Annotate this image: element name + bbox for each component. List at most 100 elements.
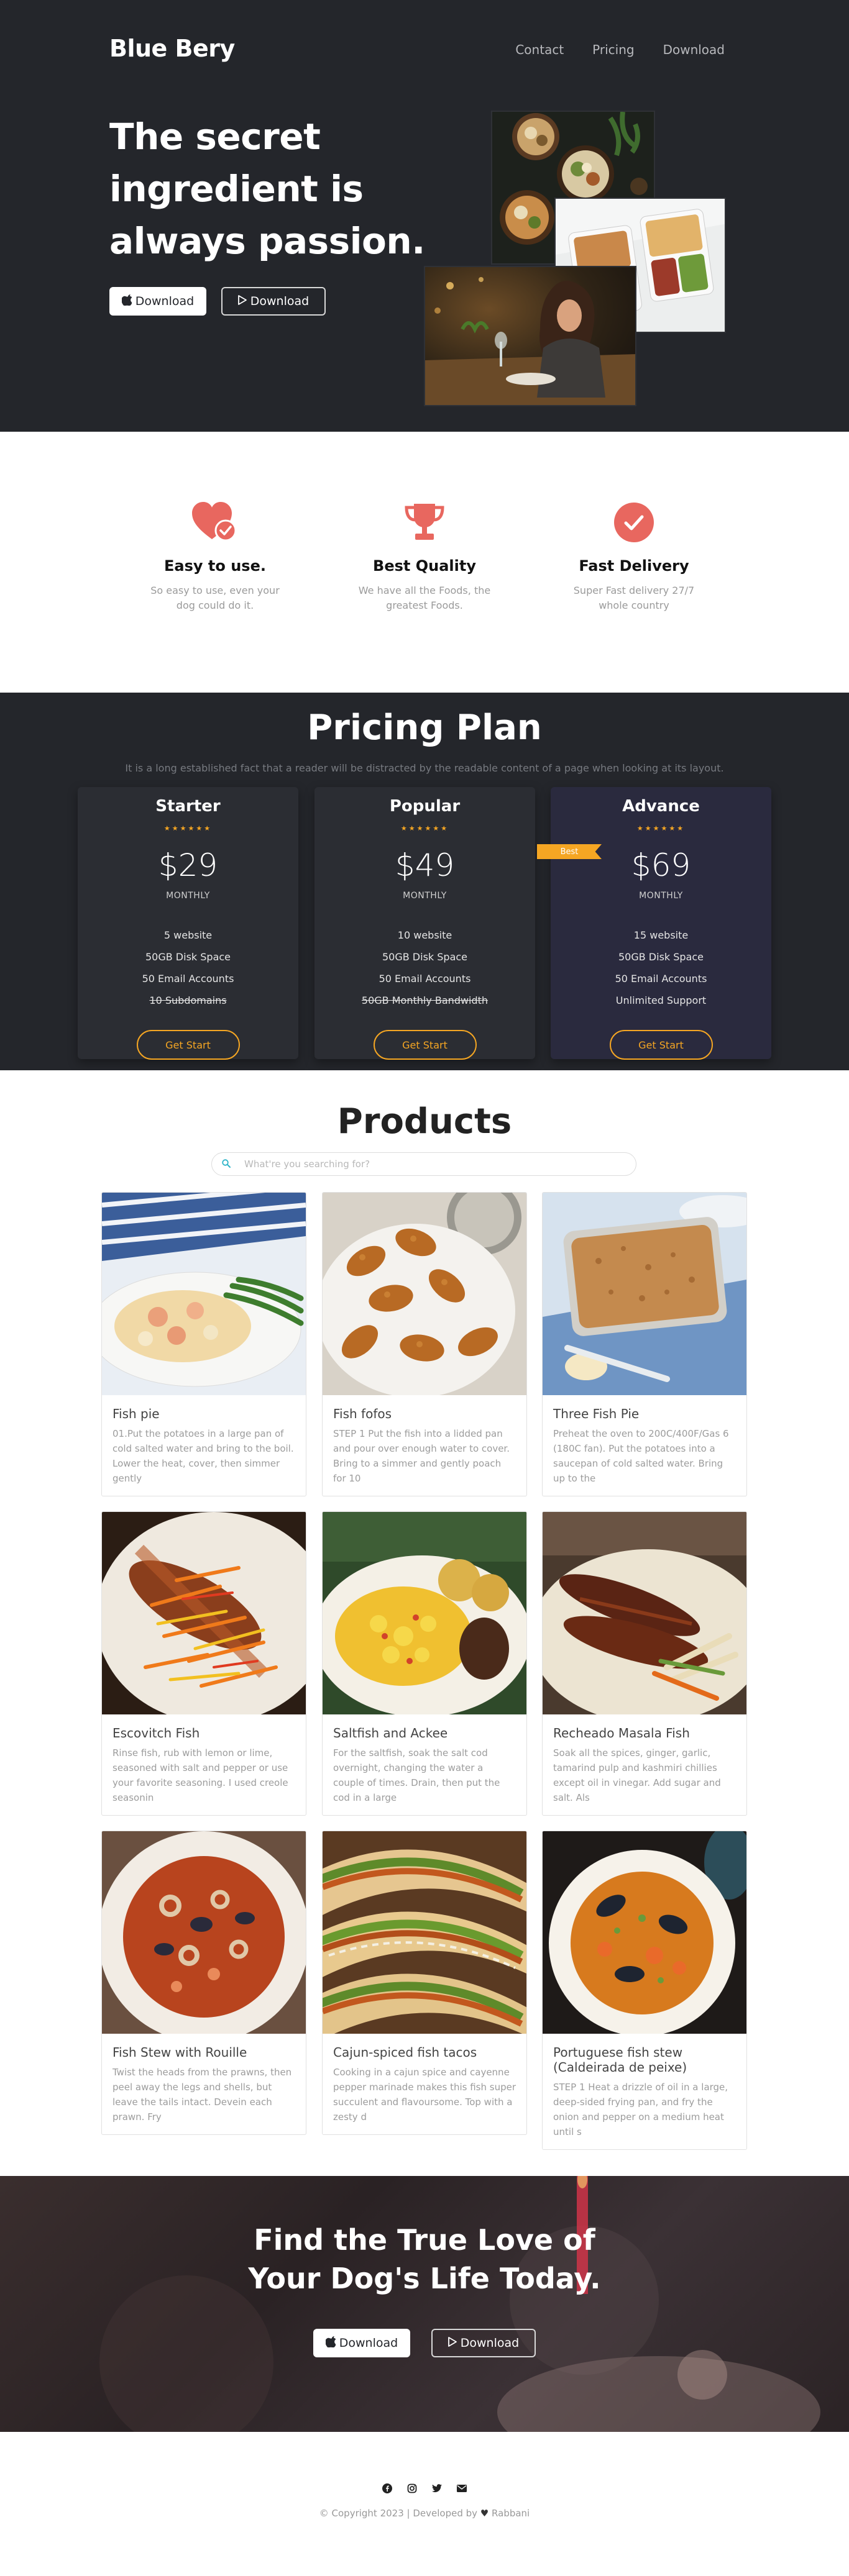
copyright-prefix: © Copyright 2023 | Developed by: [319, 2508, 478, 2519]
product-image: [543, 1193, 746, 1395]
plan-feature: 15 website: [633, 929, 689, 941]
plan-stars: ★★★★★★: [163, 824, 213, 832]
plan-period: MONTHLY: [639, 891, 683, 901]
heart-check-icon: [128, 500, 302, 545]
feature-text: We have all the Foods, the greatest Food…: [358, 585, 491, 611]
copyright-author[interactable]: Rabbani: [492, 2508, 530, 2519]
download-label: Download: [135, 294, 195, 308]
trophy-icon: [337, 500, 512, 545]
plan-name: Starter: [155, 797, 221, 816]
plan-features: 5 website 50GB Disk Space 50 Email Accou…: [78, 924, 298, 1011]
feature-title: Best Quality: [373, 557, 476, 575]
product-image: [543, 1831, 746, 2034]
product-description: Cooking in a cajun spice and cayenne pep…: [333, 2067, 516, 2123]
product-card-three-fish-pie[interactable]: Three Fish Pie Preheat the oven to 200C/…: [542, 1192, 747, 1496]
best-badge: Best: [537, 844, 602, 859]
plan-feature: 50GB Disk Space: [618, 951, 704, 963]
pricing-subtitle: It is a long established fact that a rea…: [125, 762, 724, 774]
nav-link-download[interactable]: Download: [663, 42, 725, 57]
download-label: Download: [460, 2336, 520, 2350]
social-links: [0, 2483, 849, 2494]
feature-text: Super Fast delivery 27/7 whole country: [573, 585, 695, 611]
plan-stars: ★★★★★★: [636, 824, 686, 832]
pricing-title: Pricing Plan: [307, 708, 542, 748]
instagram-icon[interactable]: [406, 2483, 418, 2494]
plan-stars: ★★★★★★: [400, 824, 449, 832]
product-card-portuguese-fish-stew[interactable]: Portuguese fish stew (Caldeirada de peix…: [542, 1831, 747, 2150]
plan-feature-unavailable: 50GB Monthly Bandwidth: [361, 994, 489, 1006]
download-play-button[interactable]: Download: [431, 2329, 536, 2357]
product-description: Twist the heads from the prawns, then pe…: [112, 2067, 292, 2123]
product-card-fish-stew-rouille[interactable]: Fish Stew with Rouille Twist the heads f…: [101, 1831, 306, 2135]
get-start-button[interactable]: Get Start: [373, 1030, 477, 1060]
email-icon[interactable]: [456, 2483, 467, 2494]
pricing-card-advance: Best Advance ★★★★★★ $69 MONTHLY 15 websi…: [537, 787, 771, 1060]
product-name: Portuguese fish stew (Caldeirada de peix…: [553, 2045, 687, 2075]
cta-title: Find the True Love of Your Dog's Life To…: [248, 2223, 601, 2295]
product-name: Fish fofos: [333, 1406, 392, 1421]
product-name: Cajun-spiced fish tacos: [333, 2045, 477, 2060]
twitter-icon[interactable]: [431, 2483, 443, 2494]
heart-icon: ♥: [480, 2508, 489, 2519]
search-bar: [211, 1152, 636, 1176]
product-name: Fish pie: [112, 1406, 160, 1421]
pricing-card-starter: Starter ★★★★★★ $29 MONTHLY 5 website 50G…: [78, 787, 298, 1060]
product-card-fish-fofos[interactable]: Fish fofos STEP 1 Put the fish into a li…: [322, 1192, 527, 1496]
search-input[interactable]: [244, 1158, 592, 1170]
plan-feature: Unlimited Support: [615, 994, 707, 1006]
plan-feature: 50GB Disk Space: [145, 951, 231, 963]
hero-section: Blue Bery Contact Pricing Download The s…: [0, 0, 849, 432]
product-card-recheado-masala-fish[interactable]: Recheado Masala Fish Soak all the spices…: [542, 1511, 747, 1816]
check-circle-icon: [547, 500, 721, 545]
plan-features: 10 website 50GB Disk Space 50 Email Acco…: [314, 924, 535, 1011]
product-card-fish-pie[interactable]: Fish pie 01.Put the potatoes in a large …: [101, 1192, 306, 1496]
product-name: Fish Stew with Rouille: [112, 2045, 247, 2060]
product-description: Soak all the spices, ginger, garlic, tam…: [553, 1747, 721, 1803]
feature-best-quality: Best Quality We have all the Foods, the …: [337, 500, 512, 613]
hero-buttons: Download Download: [109, 287, 326, 316]
plan-period: MONTHLY: [166, 891, 210, 901]
product-card-escovitch-fish[interactable]: Escovitch Fish Rinse fish, rub with lemo…: [101, 1511, 306, 1816]
plan-feature: 5 website: [163, 929, 213, 941]
feature-easy-to-use: Easy to use. So easy to use, even your d…: [128, 500, 302, 613]
nav-link-pricing[interactable]: Pricing: [592, 42, 634, 57]
product-image: [102, 1831, 306, 2034]
get-start-button[interactable]: Get Start: [609, 1030, 713, 1060]
plan-name: Popular: [389, 797, 461, 816]
product-image: [102, 1512, 306, 1714]
product-description: For the saltfish, soak the salt cod over…: [333, 1747, 500, 1803]
plan-feature: 50 Email Accounts: [379, 973, 471, 985]
download-label: Download: [250, 294, 310, 308]
search-icon: [222, 1158, 231, 1170]
download-play-button[interactable]: Download: [221, 287, 326, 316]
pricing-section: Pricing Plan It is a long established fa…: [0, 693, 849, 1070]
product-image: [323, 1831, 526, 2034]
download-label: Download: [339, 2336, 398, 2350]
apple-icon: [325, 2336, 336, 2350]
nav-link-contact[interactable]: Contact: [515, 42, 564, 57]
apple-icon: [121, 294, 132, 308]
product-name: Three Fish Pie: [553, 1406, 640, 1421]
brand-logo[interactable]: Blue Bery: [109, 35, 235, 62]
product-description: STEP 1 Heat a drizzle of oil in a large,…: [553, 2082, 728, 2137]
play-icon: [447, 2337, 457, 2349]
plan-name: Advance: [622, 797, 700, 816]
facebook-icon[interactable]: [382, 2483, 393, 2494]
download-apple-button[interactable]: Download: [109, 287, 206, 316]
cta-background-image: [99, 2176, 820, 2432]
product-name: Escovitch Fish: [112, 1726, 200, 1741]
feature-fast-delivery: Fast Delivery Super Fast delivery 27/7 w…: [547, 500, 721, 613]
plan-price: $29: [158, 847, 218, 883]
feature-title: Fast Delivery: [579, 557, 689, 575]
product-image: [323, 1512, 526, 1714]
feature-title: Easy to use.: [164, 557, 266, 575]
product-name: Recheado Masala Fish: [553, 1726, 690, 1741]
product-image: [102, 1193, 306, 1395]
product-description: Preheat the oven to 200C/400F/Gas 6 (180…: [553, 1428, 729, 1484]
plan-feature-unavailable: 10 Subdomains: [149, 994, 227, 1006]
download-apple-button[interactable]: Download: [313, 2329, 410, 2357]
nav-links: Contact Pricing Download: [515, 42, 725, 57]
product-card-cajun-fish-tacos[interactable]: Cajun-spiced fish tacos Cooking in a caj…: [322, 1831, 527, 2135]
get-start-button[interactable]: Get Start: [136, 1030, 240, 1060]
product-card-saltfish-ackee[interactable]: Saltfish and Ackee For the saltfish, soa…: [322, 1511, 527, 1816]
